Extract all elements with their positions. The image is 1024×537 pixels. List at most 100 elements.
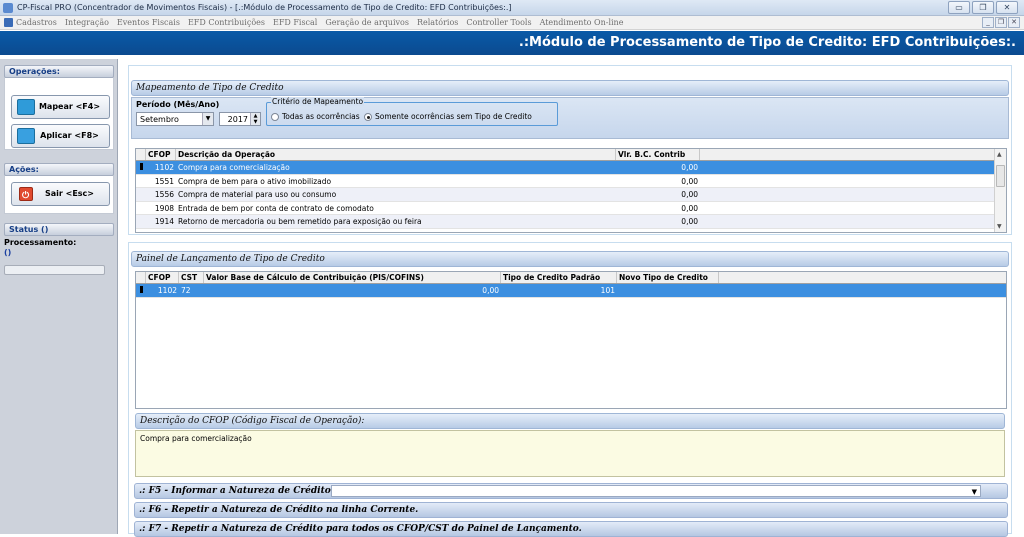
cell-valor-base: 0,00 (482, 286, 499, 295)
mdi-minimize-button[interactable]: _ (982, 17, 994, 28)
cell-novo-tipo[interactable] (617, 284, 719, 297)
acoes-section: Ações: Sair <Esc> (4, 163, 114, 215)
row-indicator (136, 161, 146, 174)
mdi-restore-button[interactable]: ❐ (995, 17, 1007, 28)
table-row[interactable]: 1908 Entrada de bem por conta de contrat… (136, 202, 1006, 215)
radio-todas[interactable] (271, 113, 279, 121)
col-cfop[interactable]: CFOP (146, 272, 179, 283)
main-area: Mapeamento de Tipo de Credito Período (M… (118, 55, 1024, 537)
cell-valor: 0,00 (681, 176, 698, 186)
table-row[interactable]: 1556 Compra de material para uso ou cons… (136, 188, 1006, 202)
descricao-title: Descrição do CFOP (Código Fiscal de Oper… (135, 413, 1005, 429)
cell-cfop: 1914 (154, 217, 174, 226)
processamento-value: () (4, 248, 12, 257)
col-novo-tipo[interactable]: Novo Tipo de Credito (617, 272, 719, 283)
menu-controller-tools[interactable]: Controller Tools (466, 18, 531, 27)
menu-cadastros[interactable]: Cadastros (16, 18, 57, 27)
periodo-label: Período (Mês/Ano) (136, 100, 220, 109)
mapeamento-grid-header: CFOP Descrição da Operação Vlr. B.C. Con… (136, 149, 1006, 161)
cell-cst: 72 (181, 286, 191, 295)
cell-cfop: 1102 (157, 286, 177, 295)
mapeamento-scrollbar[interactable]: ▲ ▼ (994, 149, 1006, 232)
menu-efd-contribuicoes[interactable]: EFD Contribuições (188, 18, 265, 27)
scroll-down-icon[interactable]: ▼ (997, 223, 1002, 230)
descricao-text: Compra para comercialização (135, 430, 1005, 477)
f5-label: .: F5 - Informar a Natureza de Crédito: (139, 486, 335, 496)
col-descricao[interactable]: Descrição da Operação (176, 149, 616, 160)
sair-button[interactable]: Sair <Esc> (11, 182, 110, 207)
menu-eventos-fiscais[interactable]: Eventos Fiscais (117, 18, 180, 27)
menu-relatorios[interactable]: Relatórios (417, 18, 458, 27)
col-cfop[interactable]: CFOP (146, 149, 176, 160)
f7-bar[interactable]: .: F7 - Repetir a Natureza de Crédito pa… (134, 521, 1008, 537)
operacoes-header: Operações: (4, 65, 114, 78)
cell-descricao: Compra para comercialização (178, 163, 290, 172)
restore-button[interactable]: ❐ (972, 1, 994, 14)
f6-label: .: F6 - Repetir a Natureza de Crédito na… (139, 505, 419, 515)
sidebar: Operações: Mapear <F4> Aplicar <F8> Açõe… (0, 59, 118, 534)
mapeamento-grid: CFOP Descrição da Operação Vlr. B.C. Con… (135, 148, 1007, 233)
aplicar-button[interactable]: Aplicar <F8> (11, 124, 110, 148)
cell-cfop: 1102 (154, 163, 174, 172)
sair-label: Sair <Esc> (44, 189, 94, 198)
chevron-down-icon: ▼ (971, 487, 977, 496)
criterio-label: Critério de Mapeamento (271, 97, 365, 106)
f7-label: .: F7 - Repetir a Natureza de Crédito pa… (139, 524, 582, 534)
window-title: CP-Fiscal PRO (Concentrador de Movimento… (17, 3, 512, 12)
ano-spinner[interactable]: 2017 ▲ ▼ (219, 112, 261, 126)
menu-efd-fiscal[interactable]: EFD Fiscal (273, 18, 317, 27)
cell-valor: 0,00 (681, 203, 698, 213)
mdi-close-button[interactable]: ✕ (1008, 17, 1020, 28)
lancamento-grid: CFOP CST Valor Base de Cálculo de Contri… (135, 271, 1007, 409)
mapeamento-filters: Período (Mês/Ano) Setembro ▼ 2017 ▲ ▼ Cri… (131, 97, 1009, 139)
table-row[interactable]: 1914 Retorno de mercadoria ou bem remeti… (136, 215, 1006, 229)
lancamento-grid-header: CFOP CST Valor Base de Cálculo de Contri… (136, 272, 1006, 284)
row-indicator (136, 175, 146, 188)
table-row[interactable]: 1102 72 0,00 101 (136, 284, 1006, 298)
col-vlr-bc[interactable]: Vlr. B.C. Contrib (616, 149, 700, 160)
module-title: .:Módulo de Processamento de Tipo de Cre… (518, 35, 1016, 50)
progress-bar (4, 265, 105, 275)
mes-value: Setembro (140, 115, 179, 124)
module-header: .:Módulo de Processamento de Tipo de Cre… (0, 31, 1024, 55)
indicator-col (136, 272, 146, 283)
row-indicator (136, 284, 146, 297)
menu-bar: Cadastros Integração Eventos Fiscais EFD… (0, 16, 1024, 30)
col-valor-base[interactable]: Valor Base de Cálculo de Contribuição (P… (204, 272, 501, 283)
cell-descricao: Retorno de mercadoria ou bem remetido pa… (178, 217, 422, 226)
menu-atendimento-online[interactable]: Atendimento On-line (540, 18, 624, 27)
radio-somente[interactable] (364, 113, 372, 121)
radio-todas-label[interactable]: Todas as ocorrências (282, 112, 360, 121)
natureza-credito-select[interactable]: ▼ (331, 485, 981, 497)
mapeamento-title: Mapeamento de Tipo de Credito (131, 80, 1009, 96)
spinner-arrows-icon[interactable]: ▲ ▼ (250, 113, 260, 125)
aplicar-label: Aplicar <F8> (40, 131, 99, 140)
title-bar: CP-Fiscal PRO (Concentrador de Movimento… (0, 0, 1024, 16)
cell-cfop: 1556 (154, 190, 174, 199)
menu-integracao[interactable]: Integração (65, 18, 109, 27)
radio-somente-label[interactable]: Somente ocorrências sem Tipo de Credito (375, 112, 532, 121)
col-cst[interactable]: CST (179, 272, 204, 283)
f6-bar[interactable]: .: F6 - Repetir a Natureza de Crédito na… (134, 502, 1008, 518)
radio-selected-dot (366, 115, 370, 119)
cell-cfop: 1908 (154, 203, 174, 213)
scroll-thumb[interactable] (996, 165, 1005, 187)
scroll-up-icon[interactable]: ▲ (997, 151, 1002, 158)
cell-descricao: Entrada de bem por conta de contrato de … (178, 203, 374, 213)
menu-geracao-arquivos[interactable]: Geração de arquivos (325, 18, 409, 27)
menu-app-icon (4, 18, 13, 27)
mapeamento-panel: Mapeamento de Tipo de Credito Período (M… (128, 65, 1012, 235)
col-tipo-padrao[interactable]: Tipo de Credito Padrão (501, 272, 617, 283)
criterio-group: Critério de Mapeamento Todas as ocorrênc… (266, 97, 558, 126)
minimize-button[interactable]: ▭ (948, 1, 970, 14)
table-row[interactable]: 1102 Compra para comercialização 0,00 (136, 161, 1006, 175)
mapear-button[interactable]: Mapear <F4> (11, 95, 110, 119)
table-row[interactable]: 1551 Compra de bem para o ativo imobiliz… (136, 175, 1006, 188)
apply-icon (17, 128, 35, 144)
processamento-label: Processamento: (4, 238, 77, 247)
chevron-down-icon: ▼ (202, 113, 213, 125)
cell-descricao: Compra de material para uso ou consumo (178, 190, 337, 199)
close-button[interactable]: ✕ (996, 1, 1018, 14)
status-header: Status () (4, 223, 114, 236)
mes-select[interactable]: Setembro ▼ (136, 112, 214, 126)
